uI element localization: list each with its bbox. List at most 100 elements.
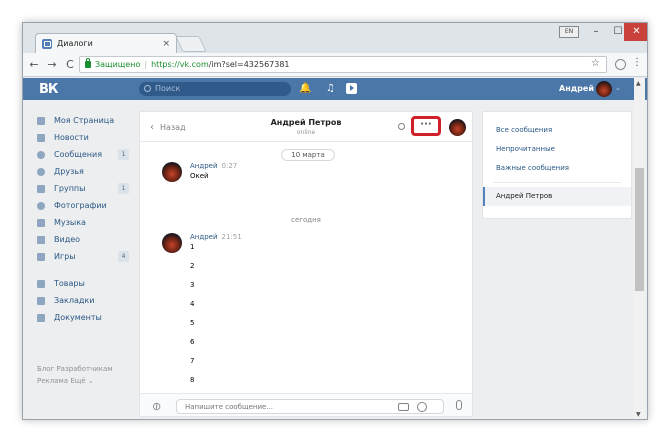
tab-close-icon[interactable]: × xyxy=(162,39,170,49)
groups-count-badge: 1 xyxy=(118,183,129,194)
dialog-filters-panel: Все сообщения Непрочитанные Важные сообщ… xyxy=(482,111,632,219)
peer-avatar[interactable] xyxy=(449,119,466,136)
microphone-icon[interactable] xyxy=(456,400,462,410)
notifications-bell-icon[interactable]: 🔔 xyxy=(299,83,311,94)
back-arrow-icon[interactable]: ← xyxy=(27,58,41,71)
language-indicator[interactable]: EN xyxy=(559,26,579,38)
scroll-up-icon[interactable]: ▲ xyxy=(636,80,641,87)
sidebar-item-documents[interactable]: Документы xyxy=(37,309,129,326)
extension-icon[interactable] xyxy=(615,59,626,70)
shopping-bag-icon xyxy=(37,279,45,288)
sidebar-item-messages[interactable]: Сообщения 1 xyxy=(37,146,129,163)
sidebar-item-music[interactable]: Музыка xyxy=(37,214,129,231)
secure-label: Защищено xyxy=(95,60,141,69)
scrollbar-thumb[interactable] xyxy=(635,168,644,291)
games-count-badge: 4 xyxy=(118,251,129,262)
message-text: 5 xyxy=(190,319,195,327)
vk-header: ВК Поиск 🔔 ♫ Андрей ⌄ xyxy=(23,78,647,100)
play-icon[interactable] xyxy=(346,83,357,94)
home-icon xyxy=(37,116,45,125)
browser-menu-icon[interactable]: ⋮ xyxy=(632,57,642,68)
vk-page: ВК Поиск 🔔 ♫ Андрей ⌄ Моя Страница Новос… xyxy=(23,78,647,419)
sidebar-item-video[interactable]: Видео xyxy=(37,231,129,248)
new-tab-button[interactable] xyxy=(175,36,207,52)
sidebar-item-label: Игры xyxy=(54,252,76,261)
panel-divider xyxy=(493,182,621,183)
avatar[interactable] xyxy=(162,233,182,253)
message-time: 21:51 xyxy=(221,233,242,241)
sidebar-item-bookmarks[interactable]: Закладки xyxy=(37,292,129,309)
sidebar-item-label: Закладки xyxy=(54,296,95,305)
filter-all-messages[interactable]: Все сообщения xyxy=(483,121,631,140)
url-separator: | xyxy=(144,60,148,69)
messages-icon xyxy=(37,150,45,159)
sidebar-item-label: Группы xyxy=(54,184,86,193)
more-actions-button[interactable]: ··· xyxy=(411,116,441,136)
search-icon xyxy=(144,85,151,92)
friends-icon xyxy=(37,167,45,176)
document-icon xyxy=(37,313,45,322)
close-window-button[interactable]: ✕ xyxy=(624,23,647,41)
filter-unread[interactable]: Непрочитанные xyxy=(483,140,631,159)
forward-arrow-icon[interactable]: → xyxy=(45,58,59,71)
sidebar-item-friends[interactable]: Друзья xyxy=(37,163,129,180)
paperclip-icon[interactable]: ⊘ xyxy=(149,399,164,415)
minimize-button[interactable]: – xyxy=(585,23,607,41)
author-name: Андрей xyxy=(190,233,218,241)
chat-header: ‹ Назад Андрей Петров online ··· xyxy=(140,112,472,142)
vk-logo[interactable]: ВК xyxy=(39,82,59,97)
message-author[interactable]: Андрей 21:51 xyxy=(190,233,242,241)
user-avatar[interactable] xyxy=(596,81,612,97)
filter-important[interactable]: Важные сообщения xyxy=(483,159,631,178)
sidebar-item-label: Товары xyxy=(54,279,85,288)
footer-links-line1[interactable]: Блог Разработчикам xyxy=(37,363,127,375)
avatar[interactable] xyxy=(162,162,182,182)
sidebar-item-label: Новости xyxy=(54,133,89,142)
video-icon xyxy=(37,235,45,244)
chat-panel: ‹ Назад Андрей Петров online ··· 10 марта… xyxy=(139,111,473,417)
star-icon xyxy=(37,296,45,305)
browser-tab[interactable]: Диалоги × xyxy=(35,33,177,53)
gamepad-icon xyxy=(37,252,45,261)
sidebar-divider xyxy=(37,265,129,275)
groups-icon xyxy=(37,184,45,193)
sidebar-item-photos[interactable]: Фотографии xyxy=(37,197,129,214)
messages-count-badge: 1 xyxy=(118,149,129,160)
news-icon xyxy=(37,133,45,142)
active-dialog-item[interactable]: Андрей Петров xyxy=(483,187,631,206)
sidebar-item-label: Моя Страница xyxy=(54,116,115,125)
address-bar: ← → C Защищено | https://vk.com /im?sel=… xyxy=(23,53,647,77)
bookmark-star-icon[interactable]: ☆ xyxy=(591,58,600,69)
camera-icon[interactable] xyxy=(398,403,409,411)
message-composer: ⊘ xyxy=(140,393,472,416)
sidebar-item-groups[interactable]: Группы 1 xyxy=(37,180,129,197)
emoji-icon[interactable] xyxy=(417,402,427,412)
sidebar-item-news[interactable]: Новости xyxy=(37,129,129,146)
today-divider: сегодня xyxy=(291,216,321,224)
url-field[interactable]: Защищено | https://vk.com /im?sel=432567… xyxy=(79,56,607,73)
sidebar-item-label: Видео xyxy=(54,235,81,244)
music-note-icon xyxy=(37,218,45,227)
scroll-down-icon[interactable]: ▼ xyxy=(636,411,641,418)
page-scrollbar[interactable]: ▲ ▼ xyxy=(634,78,645,419)
date-divider[interactable]: 10 марта xyxy=(281,149,335,161)
sidebar-item-games[interactable]: Игры 4 xyxy=(37,248,129,265)
user-name[interactable]: Андрей xyxy=(559,84,594,93)
sidebar-item-my-page[interactable]: Моя Страница xyxy=(37,112,129,129)
footer-links: Блог Разработчикам Реклама Ещё ⌄ xyxy=(37,363,127,387)
search-input[interactable]: Поиск xyxy=(139,82,291,96)
reload-icon[interactable]: C xyxy=(63,58,77,71)
message-text: 4 xyxy=(190,300,195,308)
search-icon[interactable] xyxy=(398,123,405,130)
left-sidebar: Моя Страница Новости Сообщения 1 Друзья Г… xyxy=(37,112,129,326)
browser-window: Диалоги × EN – ☐ ✕ ← → C Защищено | http… xyxy=(22,22,648,420)
message-time: 0:27 xyxy=(221,162,238,170)
music-icon[interactable]: ♫ xyxy=(326,83,335,94)
sidebar-item-label: Музыка xyxy=(54,218,86,227)
footer-links-line2[interactable]: Реклама Ещё ⌄ xyxy=(37,375,127,387)
sidebar-item-label: Фотографии xyxy=(54,201,107,210)
message-author[interactable]: Андрей 0:27 xyxy=(190,162,237,170)
chevron-down-icon[interactable]: ⌄ xyxy=(615,84,621,92)
sidebar-item-label: Сообщения xyxy=(54,150,103,159)
sidebar-item-goods[interactable]: Товары xyxy=(37,275,129,292)
